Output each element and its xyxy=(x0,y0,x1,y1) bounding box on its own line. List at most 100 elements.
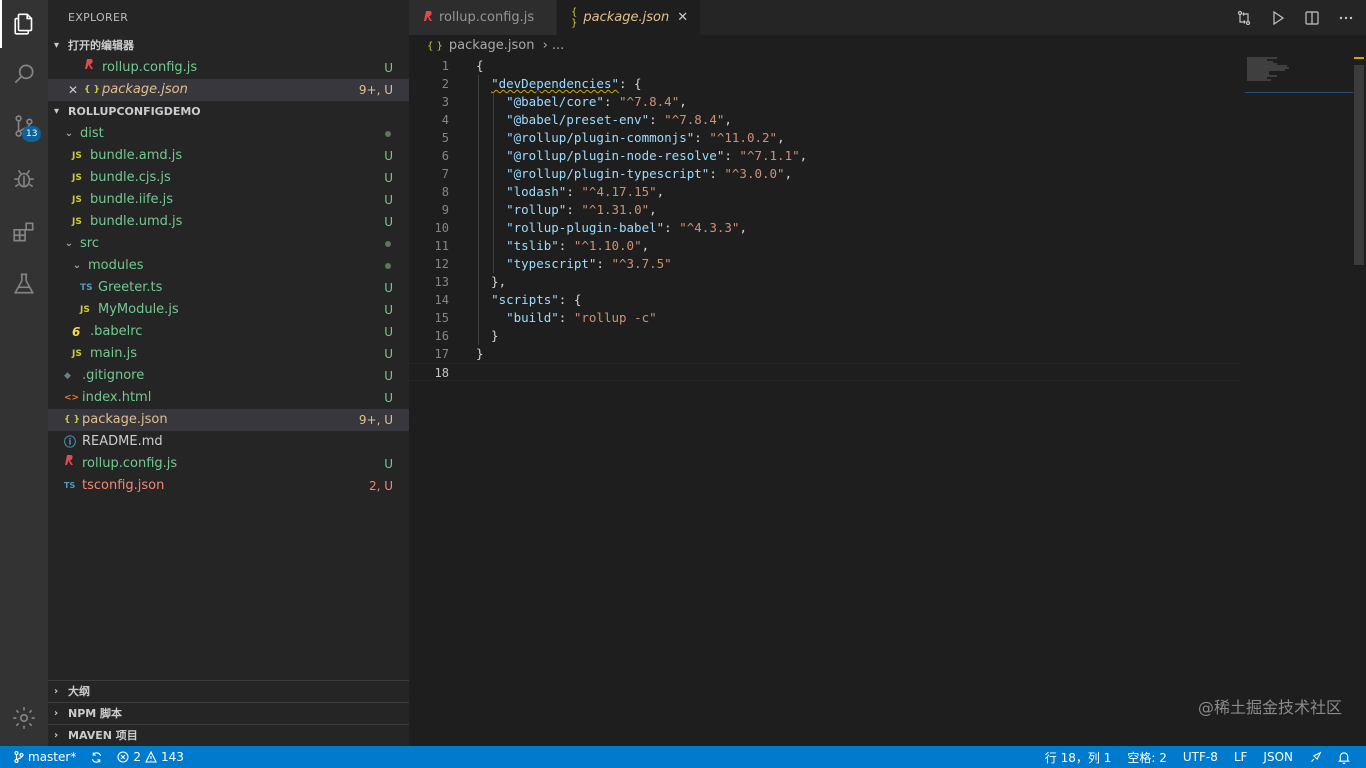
json-punctuation: } xyxy=(476,346,484,361)
code-line[interactable]: 17} xyxy=(409,345,1239,363)
rollup-icon xyxy=(423,10,433,25)
json-key: "@rollup/plugin-commonjs" xyxy=(506,130,695,145)
file-row[interactable]: 6 .babelrc U xyxy=(48,321,409,343)
maven-header[interactable]: › MAVEN 项目 xyxy=(48,724,409,746)
extensions-icon[interactable] xyxy=(0,208,48,256)
run-icon[interactable] xyxy=(1268,8,1288,28)
file-row[interactable]: ◆ .gitignore U xyxy=(48,365,409,387)
code-line[interactable]: 13 }, xyxy=(409,273,1239,291)
compare-changes-icon[interactable] xyxy=(1234,8,1254,28)
tab-rollup-config[interactable]: rollup.config.js xyxy=(409,0,557,35)
json-key: "lodash" xyxy=(506,184,567,199)
file-row[interactable]: <> index.html U xyxy=(48,387,409,409)
close-icon[interactable]: ✕ xyxy=(68,79,84,101)
line-content: { xyxy=(476,57,484,75)
file-row[interactable]: JS bundle.amd.js U xyxy=(48,145,409,167)
folder-row[interactable]: ⌄ src xyxy=(48,233,409,255)
json-punctuation: : xyxy=(566,202,582,217)
json-icon: { } xyxy=(84,85,100,95)
more-actions-icon[interactable] xyxy=(1336,8,1356,28)
file-name: README.md xyxy=(82,434,163,449)
explorer-icon[interactable] xyxy=(0,0,48,48)
file-row[interactable]: JS main.js U xyxy=(48,343,409,365)
code-line[interactable]: 18 xyxy=(409,363,1239,381)
file-name: main.js xyxy=(90,346,137,361)
file-row[interactable]: JS MyModule.js U xyxy=(48,299,409,321)
code-line[interactable]: 9 "rollup": "^1.31.0", xyxy=(409,201,1239,219)
cursor-position[interactable]: 行 18，列 1 xyxy=(1045,749,1112,766)
testing-icon[interactable] xyxy=(0,260,48,308)
line-content: "devDependencies": { xyxy=(476,75,642,93)
json-punctuation: , xyxy=(799,148,808,163)
end-of-line[interactable]: LF xyxy=(1234,750,1248,764)
explorer-title: EXPLORER xyxy=(68,11,129,24)
sync-icon[interactable] xyxy=(90,751,103,764)
indentation[interactable]: 空格: 2 xyxy=(1127,749,1167,766)
outline-header[interactable]: › 大纲 xyxy=(48,680,409,702)
code-line[interactable]: 3 "@babel/core": "^7.8.4", xyxy=(409,93,1239,111)
file-row[interactable]: { } package.json 9+, U xyxy=(48,409,409,431)
encoding[interactable]: UTF-8 xyxy=(1183,750,1218,764)
split-editor-icon[interactable] xyxy=(1302,8,1322,28)
scrollbar-thumb[interactable] xyxy=(1354,65,1364,265)
outline-title: 大纲 xyxy=(68,684,90,698)
file-row[interactable]: JS bundle.iife.js U xyxy=(48,189,409,211)
npm-scripts-header[interactable]: › NPM 脚本 xyxy=(48,702,409,724)
file-row[interactable]: rollup.config.js U xyxy=(48,453,409,475)
problems-indicator[interactable]: 2 143 xyxy=(117,750,184,764)
code-editor[interactable]: 1{2 "devDependencies": {3 "@babel/core":… xyxy=(409,57,1239,381)
debug-icon[interactable] xyxy=(0,155,48,203)
file-row[interactable]: TS Greeter.ts U xyxy=(48,277,409,299)
line-number: 7 xyxy=(441,167,449,181)
git-status: U xyxy=(384,281,393,295)
vertical-scrollbar[interactable] xyxy=(1352,57,1366,689)
file-name: bundle.umd.js xyxy=(90,214,183,229)
json-icon: { } xyxy=(571,6,578,29)
file-row[interactable]: JS bundle.umd.js U xyxy=(48,211,409,233)
minimap[interactable] xyxy=(1245,57,1353,93)
source-control-icon[interactable] xyxy=(0,102,48,150)
json-punctuation: : xyxy=(664,220,680,235)
project-header[interactable]: ▾ ROLLUPCONFIGDEMO xyxy=(48,101,409,123)
json-punctuation xyxy=(476,148,506,163)
notifications-bell-icon[interactable] xyxy=(1338,751,1350,764)
code-line[interactable]: 12 "typescript": "^3.7.5" xyxy=(409,255,1239,273)
code-line[interactable]: 1{ xyxy=(409,57,1239,75)
open-editors-header[interactable]: ▾ 打开的编辑器 xyxy=(48,35,409,57)
code-line[interactable]: 15 "build": "rollup -c" xyxy=(409,309,1239,327)
json-punctuation: , xyxy=(784,166,793,181)
code-line[interactable]: 10 "rollup-plugin-babel": "^4.3.3", xyxy=(409,219,1239,237)
code-line[interactable]: 4 "@babel/preset-env": "^7.8.4", xyxy=(409,111,1239,129)
file-row[interactable]: TS tsconfig.json 2, U xyxy=(48,475,409,497)
open-editor-item[interactable]: ✕ { } package.json 9+, U xyxy=(48,79,409,101)
line-content: "typescript": "^3.7.5" xyxy=(476,255,672,273)
code-line[interactable]: 16 } xyxy=(409,327,1239,345)
open-editor-item[interactable]: rollup.config.js U xyxy=(48,57,409,79)
folder-row[interactable]: ⌄ dist xyxy=(48,123,409,145)
settings-gear-icon[interactable] xyxy=(0,694,48,742)
feedback-icon[interactable] xyxy=(1309,750,1322,764)
search-icon[interactable] xyxy=(0,50,48,98)
code-line[interactable]: 6 "@rollup/plugin-node-resolve": "^7.1.1… xyxy=(409,147,1239,165)
git-status: U xyxy=(384,457,393,471)
json-punctuation: : xyxy=(596,256,612,271)
chevron-right-icon: › xyxy=(54,685,59,697)
tab-package-json[interactable]: { } package.json ✕ xyxy=(557,0,701,35)
breadcrumb-file[interactable]: package.json xyxy=(449,38,535,53)
folder-row[interactable]: ⌄ modules xyxy=(48,255,409,277)
code-line[interactable]: 8 "lodash": "^4.17.15", xyxy=(409,183,1239,201)
language-mode[interactable]: JSON xyxy=(1263,750,1293,764)
code-line[interactable]: 11 "tslib": "^1.10.0", xyxy=(409,237,1239,255)
scroll-warning-marker xyxy=(1354,57,1364,59)
code-line[interactable]: 2 "devDependencies": { xyxy=(409,75,1239,93)
json-punctuation xyxy=(476,310,506,325)
breadcrumb-rest[interactable]: ... xyxy=(552,38,564,53)
file-row[interactable]: ⓘ README.md xyxy=(48,431,409,453)
branch-indicator[interactable]: master* xyxy=(14,750,76,764)
file-row[interactable]: JS bundle.cjs.js U xyxy=(48,167,409,189)
code-line[interactable]: 7 "@rollup/plugin-typescript": "^3.0.0", xyxy=(409,165,1239,183)
json-punctuation: : xyxy=(649,112,665,127)
close-icon[interactable]: ✕ xyxy=(677,10,688,25)
code-line[interactable]: 5 "@rollup/plugin-commonjs": "^11.0.2", xyxy=(409,129,1239,147)
code-line[interactable]: 14 "scripts": { xyxy=(409,291,1239,309)
